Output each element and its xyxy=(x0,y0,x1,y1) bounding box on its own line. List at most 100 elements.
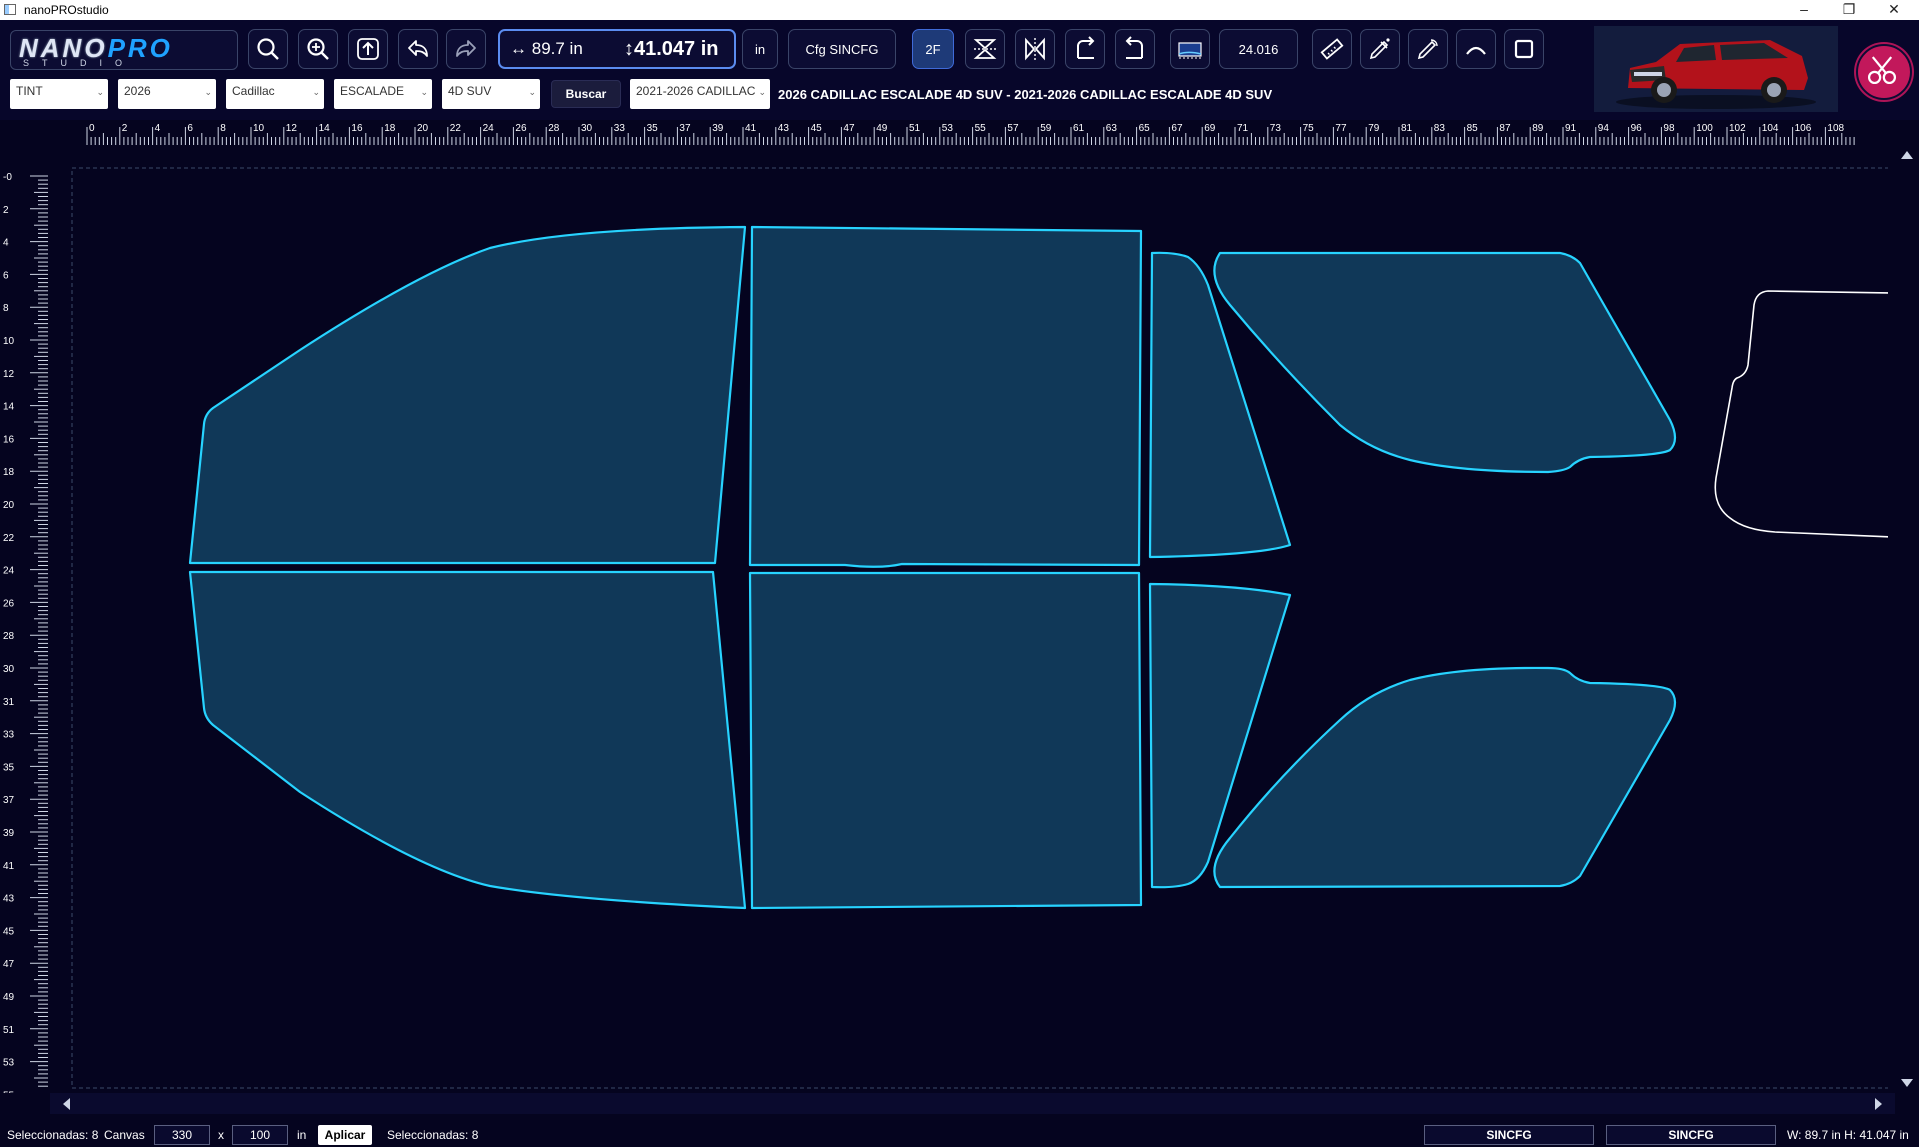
restore-button[interactable]: ❐ xyxy=(1826,0,1872,20)
redo-icon xyxy=(456,40,476,57)
zoom-fit-button[interactable] xyxy=(248,29,288,69)
chevron-down-icon: ⌄ xyxy=(96,87,104,97)
ruler-label: 33 xyxy=(614,123,626,134)
undo-button[interactable] xyxy=(398,29,438,69)
film-roll-button[interactable] xyxy=(1170,29,1210,69)
pattern-piece-front-door-left[interactable] xyxy=(188,225,747,565)
ruler-label: 39 xyxy=(712,123,724,134)
pattern-piece-windshield-partial[interactable] xyxy=(1714,290,1893,538)
ruler-label: 94 xyxy=(1598,123,1610,134)
ruler-label: 8 xyxy=(220,123,226,134)
close-button[interactable]: ✕ xyxy=(1871,0,1917,20)
ruler-label: 73 xyxy=(1270,123,1282,134)
make-select[interactable]: Cadillac ⌄ xyxy=(226,79,324,109)
search-icon xyxy=(257,38,279,60)
year-select[interactable]: 2026 ⌄ xyxy=(118,79,216,109)
horizontal-arrows-icon: ↔ xyxy=(510,39,532,58)
ruler-label: 69 xyxy=(1204,123,1216,134)
canvas-height-input[interactable]: 100 xyxy=(232,1125,288,1145)
selected-count-left: Seleccionadas: 8 xyxy=(7,1128,99,1142)
redo-button[interactable] xyxy=(446,29,486,69)
category-value: TINT xyxy=(16,84,43,98)
vertical-scrollbar[interactable] xyxy=(1895,145,1919,1093)
ruler-label: 35 xyxy=(647,123,659,134)
range-select[interactable]: 2021-2026 CADILLAC ⌄ xyxy=(630,79,770,109)
ruler-label: 81 xyxy=(1401,123,1413,134)
ruler-label: 6 xyxy=(187,123,193,134)
category-select[interactable]: TINT ⌄ xyxy=(10,79,108,109)
ruler-label: 12 xyxy=(286,123,298,134)
rotate-left-button[interactable] xyxy=(1065,29,1105,69)
horizontal-scrollbar[interactable] xyxy=(50,1093,1895,1114)
edit-curve-button[interactable] xyxy=(1408,29,1448,69)
window-title: nanoPROstudio xyxy=(24,3,109,17)
app-icon xyxy=(4,4,16,15)
ruler-label: 39 xyxy=(3,828,15,839)
scroll-arrows-icon xyxy=(1901,151,1913,1087)
pattern-piece-rear-side-right[interactable] xyxy=(1213,666,1677,889)
ruler-label: 28 xyxy=(3,631,15,642)
ruler-label: 108 xyxy=(1827,123,1844,134)
selected-count-right: Seleccionadas: 8 xyxy=(387,1128,479,1142)
left-ruler-scale: -024681012141618202224262830313335373941… xyxy=(3,172,48,1101)
pattern-piece-rear-side-left[interactable] xyxy=(1213,251,1677,474)
ruler-label: 37 xyxy=(679,123,691,134)
upload-button[interactable] xyxy=(348,29,388,69)
arc-icon xyxy=(1466,46,1486,55)
ruler-label: 67 xyxy=(1171,123,1183,134)
ruler-label: 22 xyxy=(3,533,15,544)
model-value: ESCALADE xyxy=(340,84,405,98)
apply-button[interactable]: Aplicar xyxy=(318,1125,372,1145)
search-button[interactable]: Buscar xyxy=(551,80,621,108)
canvas-label: Canvas xyxy=(104,1128,145,1142)
ruler-label: 49 xyxy=(876,123,888,134)
scale-value-field[interactable]: 24.016 xyxy=(1219,29,1298,69)
body-value: 4D SUV xyxy=(448,84,492,98)
rotate-right-button[interactable] xyxy=(1115,29,1155,69)
ruler-label: 47 xyxy=(3,959,15,970)
ruler-label: 14 xyxy=(3,402,15,413)
ruler-label: 33 xyxy=(3,730,15,741)
pattern-piece-front-door-right[interactable] xyxy=(188,570,747,910)
ruler-label: 0 xyxy=(89,123,95,134)
ruler-tool-button[interactable] xyxy=(1312,29,1352,69)
canvas-width-input[interactable]: 330 xyxy=(154,1125,210,1145)
ruler-label: 75 xyxy=(1303,123,1315,134)
cut-button[interactable] xyxy=(1856,44,1912,100)
minimize-button[interactable]: – xyxy=(1781,0,1827,20)
pattern-piece-rear-door-left[interactable] xyxy=(748,225,1143,568)
ruler-label: 85 xyxy=(1467,123,1479,134)
ruler-label: 41 xyxy=(745,123,757,134)
logo-subtitle: STUDIO xyxy=(23,58,136,68)
ruler-label: 63 xyxy=(1106,123,1118,134)
flip-horizontal-button[interactable] xyxy=(1015,29,1055,69)
ruler-label: 51 xyxy=(909,123,921,134)
unit-button[interactable]: in xyxy=(742,29,778,69)
pattern-piece-rear-door-right[interactable] xyxy=(748,571,1143,910)
body-select[interactable]: 4D SUV ⌄ xyxy=(442,79,540,109)
ruler-label: 59 xyxy=(1040,123,1052,134)
ruler-label: 41 xyxy=(3,861,15,872)
design-canvas[interactable] xyxy=(60,145,1897,1093)
mode-2f-button[interactable]: 2F xyxy=(912,29,954,69)
config-button[interactable]: Cfg SINCFG xyxy=(788,29,896,69)
model-select[interactable]: ESCALADE ⌄ xyxy=(334,79,432,109)
flip-vertical-button[interactable] xyxy=(965,29,1005,69)
ruler-label: 10 xyxy=(3,336,15,347)
ruler-label: 43 xyxy=(3,894,15,905)
scissors-icon xyxy=(1867,56,1897,85)
ruler-label: 31 xyxy=(3,697,15,708)
top-ruler-scale: 0 2 4 6 8 10 12 14 16 18 20 22 24 26 28 30 33 35 37 39 41 43 4… xyxy=(86,123,1855,145)
ruler-label: 47 xyxy=(843,123,855,134)
ruler-label: 43 xyxy=(778,123,790,134)
zoom-in-button[interactable] xyxy=(298,29,338,69)
edit-nodes-button[interactable] xyxy=(1360,29,1400,69)
pattern-pieces xyxy=(71,167,1897,1089)
width-readout: ↔ 89.7 in xyxy=(510,39,583,58)
rectangle-tool-button[interactable] xyxy=(1504,29,1544,69)
ruler-label: 57 xyxy=(1007,123,1019,134)
ruler-label: 83 xyxy=(1434,123,1446,134)
pen-curve-icon xyxy=(1417,39,1438,60)
arc-tool-button[interactable] xyxy=(1456,29,1496,69)
ruler-label: 91 xyxy=(1565,123,1577,134)
